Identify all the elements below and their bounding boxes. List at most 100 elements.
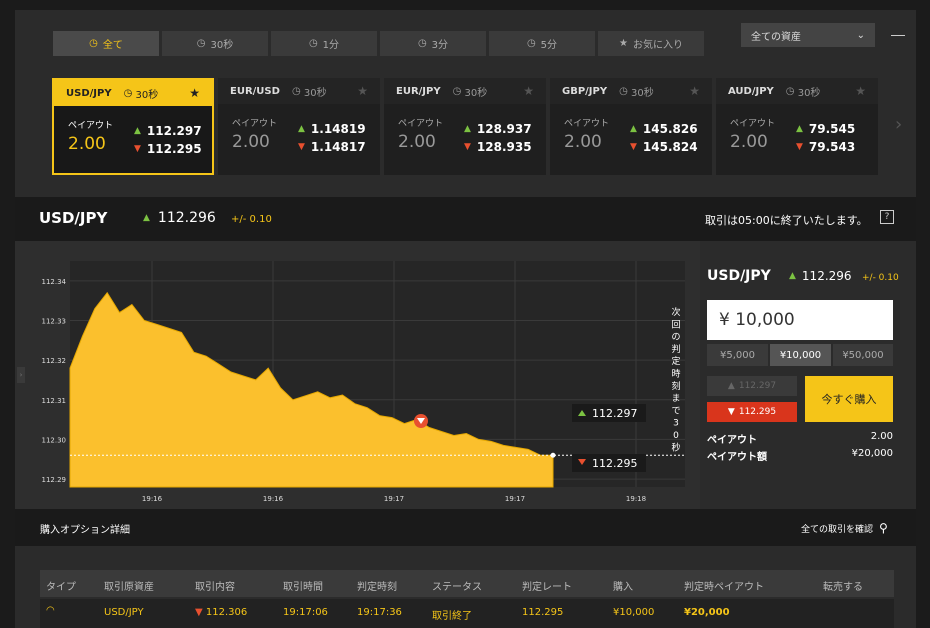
pair-change: +/- 0.10 xyxy=(231,214,272,225)
up-arrow-icon: ▲ xyxy=(298,124,305,134)
asset-card-eurjpy[interactable]: EUR/JPY ◷ 30秒 ★ ペイアウト 2.00 ▲ 128.937 ▼ 128.9… xyxy=(384,78,546,175)
search-icon: ⚲ xyxy=(879,521,888,535)
row-payout: ¥20,000 xyxy=(684,607,730,618)
trading-end-message: 取引は05:00に終了いたします。 xyxy=(705,214,868,227)
column-header: 購入 xyxy=(613,582,633,593)
card-period: 30秒 xyxy=(464,87,488,99)
clock-icon: ◷ xyxy=(619,85,632,97)
up-arrow-icon: ▲ xyxy=(789,271,796,281)
asset-select[interactable]: 全ての資産 ⌄ xyxy=(741,23,875,47)
quick-amount-10000[interactable]: ¥10,000 xyxy=(770,344,831,366)
asset-card-gbpjpy[interactable]: GBP/JPY ◷ 30秒 ★ ペイアウト 2.00 ▲ 145.826 ▼ 145.8… xyxy=(550,78,712,175)
history-title: 購入オプション詳細 xyxy=(40,525,130,536)
x-tick-label: 19:18 xyxy=(626,495,646,503)
card-high-quote: ▲ 79.545 xyxy=(796,122,855,136)
low-button[interactable]: ▼ 112.295 xyxy=(707,402,797,422)
card-low-quote: ▼ 112.295 xyxy=(134,142,202,156)
card-payout-value: 2.00 xyxy=(232,132,270,152)
tab-favorites[interactable]: ★ お気に入り xyxy=(598,31,704,56)
asset-card-eurusd[interactable]: EUR/USD ◷ 30秒 ★ ペイアウト 2.00 ▲ 1.14819 ▼ 1.148… xyxy=(218,78,380,175)
row-content: ▼ 112.306 xyxy=(195,607,247,618)
payout-amount-value: ¥20,000 xyxy=(851,448,893,459)
clock-icon: ◷ xyxy=(417,38,427,49)
asset-select-value: 全ての資産 xyxy=(751,31,801,43)
tab-1m[interactable]: ◷ 1分 xyxy=(271,31,377,56)
card-payout-value: 2.00 xyxy=(398,132,436,152)
card-header: USD/JPY ◷ 30秒 ★ xyxy=(54,80,212,106)
column-header: 判定時刻 xyxy=(357,582,397,593)
up-arrow-icon: ▲ xyxy=(630,124,637,134)
star-icon[interactable]: ★ xyxy=(523,84,534,98)
card-high-quote: ▲ 1.14819 xyxy=(298,122,366,136)
clock-icon: ◷ xyxy=(452,85,465,97)
table-row[interactable]: ◠ USD/JPY ▼ 112.306 19:17:06 19:17:36 取引… xyxy=(40,599,894,628)
high-button[interactable]: ▲ 112.297 xyxy=(707,376,797,396)
countdown-char: 時 xyxy=(671,369,680,380)
card-high-value: 112.297 xyxy=(146,124,202,138)
buy-now-button[interactable]: 今すぐ購入 xyxy=(805,376,893,422)
tab-30s[interactable]: ◷ 30秒 xyxy=(162,31,268,56)
order-change: +/- 0.10 xyxy=(862,273,899,283)
tab-5m[interactable]: ◷ 5分 xyxy=(489,31,595,56)
asset-card-audjpy[interactable]: AUD/JPY ◷ 30秒 ★ ペイアウト 2.00 ▲ 79.545 ▼ 79.543 xyxy=(716,78,878,175)
tab-3m[interactable]: ◷ 3分 xyxy=(380,31,486,56)
row-asset: USD/JPY xyxy=(104,607,144,618)
quick-amount-50000[interactable]: ¥50,000 xyxy=(833,344,893,366)
amount-input[interactable]: ¥ 10,000 xyxy=(707,300,893,340)
card-period: 30秒 xyxy=(631,87,654,99)
speedometer-icon: ◠ xyxy=(46,605,55,616)
card-period: 30秒 xyxy=(797,87,821,99)
tab-label: お気に入り xyxy=(632,40,683,51)
price-chart-svg: 112.34 112.33 112.32 112.31 112.30 112.29 19:1… xyxy=(42,261,685,503)
y-tick-label: 112.31 xyxy=(42,397,67,405)
star-icon: ★ xyxy=(619,38,628,49)
pair-rate: ▲ 112.296 xyxy=(143,210,216,226)
card-low-value: 145.824 xyxy=(642,140,698,154)
star-icon[interactable]: ★ xyxy=(855,84,866,98)
up-arrow-icon: ▲ xyxy=(134,126,141,136)
clock-icon: ◷ xyxy=(123,87,136,99)
column-header: 転売する xyxy=(823,582,863,593)
up-arrow-icon: ▲ xyxy=(796,124,803,134)
side-expand-icon[interactable]: › xyxy=(17,367,25,383)
tab-all[interactable]: ◷ 全て xyxy=(53,31,159,56)
column-header: ステータス xyxy=(432,582,482,593)
tab-label: 30秒 xyxy=(210,40,234,51)
next-arrow-icon[interactable]: › xyxy=(895,114,902,135)
card-header: GBP/JPY ◷ 30秒 ★ xyxy=(550,78,712,104)
payout-amount-label: ペイアウト額 xyxy=(707,452,767,463)
payout-value: 2.00 xyxy=(870,431,893,442)
pair-rate-value: 112.296 xyxy=(157,210,216,226)
card-payout-value: 2.00 xyxy=(730,132,768,152)
card-low-value: 79.543 xyxy=(808,140,856,154)
card-pair: GBP/JPY xyxy=(562,85,608,97)
asset-card-usdjpy[interactable]: USD/JPY ◷ 30秒 ★ ペイアウト 2.00 ▲ 112.297 ▼ 112.2… xyxy=(52,78,214,175)
y-tick-label: 112.30 xyxy=(42,436,67,444)
card-high-value: 145.826 xyxy=(642,122,698,136)
high-rate-label: 112.297 xyxy=(592,407,638,420)
card-high-value: 79.545 xyxy=(808,122,856,136)
quick-amount-5000[interactable]: ¥5,000 xyxy=(707,344,768,366)
row-content-value: 112.306 xyxy=(205,607,248,618)
card-pair: EUR/JPY xyxy=(396,85,441,97)
card-payout-label: ペイアウト xyxy=(730,119,776,129)
star-icon[interactable]: ★ xyxy=(357,84,368,98)
card-high-value: 128.937 xyxy=(476,122,532,136)
minimize-icon[interactable] xyxy=(891,35,905,36)
payout-row: ペイアウト 2.00 xyxy=(707,431,893,446)
x-tick-label: 19:16 xyxy=(142,495,163,503)
card-header: EUR/JPY ◷ 30秒 ★ xyxy=(384,78,546,104)
pair-name: USD/JPY xyxy=(39,209,108,227)
card-high-quote: ▲ 128.937 xyxy=(464,122,532,136)
row-rate: 112.295 xyxy=(522,607,564,618)
y-tick-label: 112.32 xyxy=(42,357,67,365)
star-icon[interactable]: ★ xyxy=(689,84,700,98)
help-icon[interactable]: ? xyxy=(880,210,894,224)
countdown-char: 0 xyxy=(673,431,679,441)
down-arrow-icon: ▼ xyxy=(630,142,637,152)
view-all-trades-link[interactable]: 全ての取引を確認 ⚲ xyxy=(801,521,888,535)
countdown-char: 次 xyxy=(671,306,680,318)
star-icon[interactable]: ★ xyxy=(189,86,200,100)
card-low-quote: ▼ 79.543 xyxy=(796,140,855,154)
row-purchase: ¥10,000 xyxy=(613,607,655,618)
